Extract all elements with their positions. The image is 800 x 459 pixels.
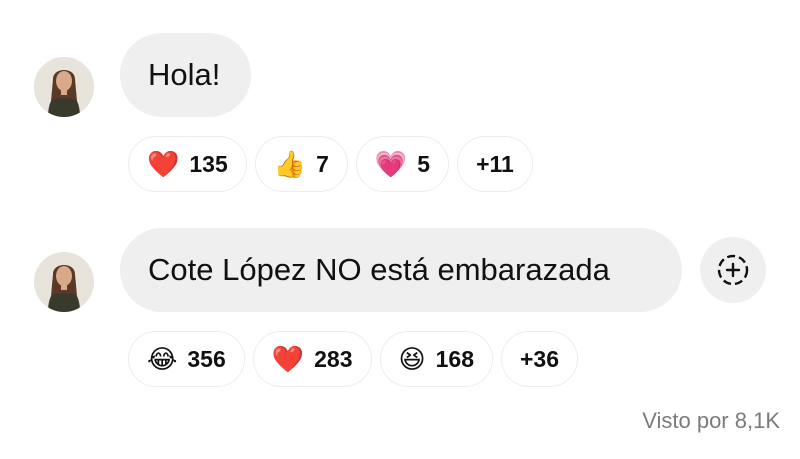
- add-reaction-icon: [717, 254, 749, 286]
- seen-by-label[interactable]: Visto por 8,1K: [642, 408, 780, 434]
- add-reaction-button[interactable]: [700, 237, 766, 303]
- message-text: Hola!: [148, 57, 221, 92]
- more-reactions-count: +11: [476, 150, 514, 177]
- reaction-count: 135: [189, 150, 228, 177]
- red-heart-icon: ❤️: [271, 344, 305, 374]
- red-heart-icon: ❤️: [147, 149, 180, 179]
- pink-heart-icon: 💗: [374, 149, 408, 179]
- reaction-count: 7: [316, 150, 329, 177]
- message-text: Cote López NO está embarazada: [148, 252, 610, 287]
- thumbs-up-icon: 👍: [273, 149, 307, 179]
- reaction-row: ❤️ 135 👍 7 💗 5 +11: [128, 136, 533, 192]
- more-reactions-count: +36: [520, 345, 560, 372]
- reaction-pill[interactable]: 😆 168: [379, 331, 493, 387]
- reaction-count: 5: [417, 150, 431, 177]
- message-bubble[interactable]: Hola!: [120, 33, 251, 117]
- more-reactions-pill[interactable]: +36: [501, 331, 579, 387]
- reaction-pill[interactable]: ❤️ 283: [252, 331, 372, 387]
- reaction-count: 283: [314, 345, 353, 372]
- sender-avatar[interactable]: [34, 252, 94, 312]
- message-bubble[interactable]: Cote López NO está embarazada: [120, 228, 682, 312]
- reaction-count: 356: [187, 345, 226, 372]
- more-reactions-pill[interactable]: +11: [457, 136, 533, 192]
- tears-of-joy-icon: 😂: [147, 344, 178, 374]
- laughing-face-icon: 😆: [398, 344, 426, 374]
- reaction-pill[interactable]: 😂 356: [128, 331, 245, 387]
- reaction-count: 168: [435, 345, 474, 372]
- avatar-photo-icon: [34, 252, 94, 312]
- sender-avatar[interactable]: [34, 57, 94, 117]
- reaction-pill[interactable]: 👍 7: [254, 136, 348, 192]
- reaction-pill[interactable]: 💗 5: [355, 136, 450, 192]
- avatar-photo-icon: [34, 57, 94, 117]
- reaction-row: 😂 356 ❤️ 283 😆 168 +36: [128, 331, 579, 387]
- reaction-pill[interactable]: ❤️ 135: [128, 136, 247, 192]
